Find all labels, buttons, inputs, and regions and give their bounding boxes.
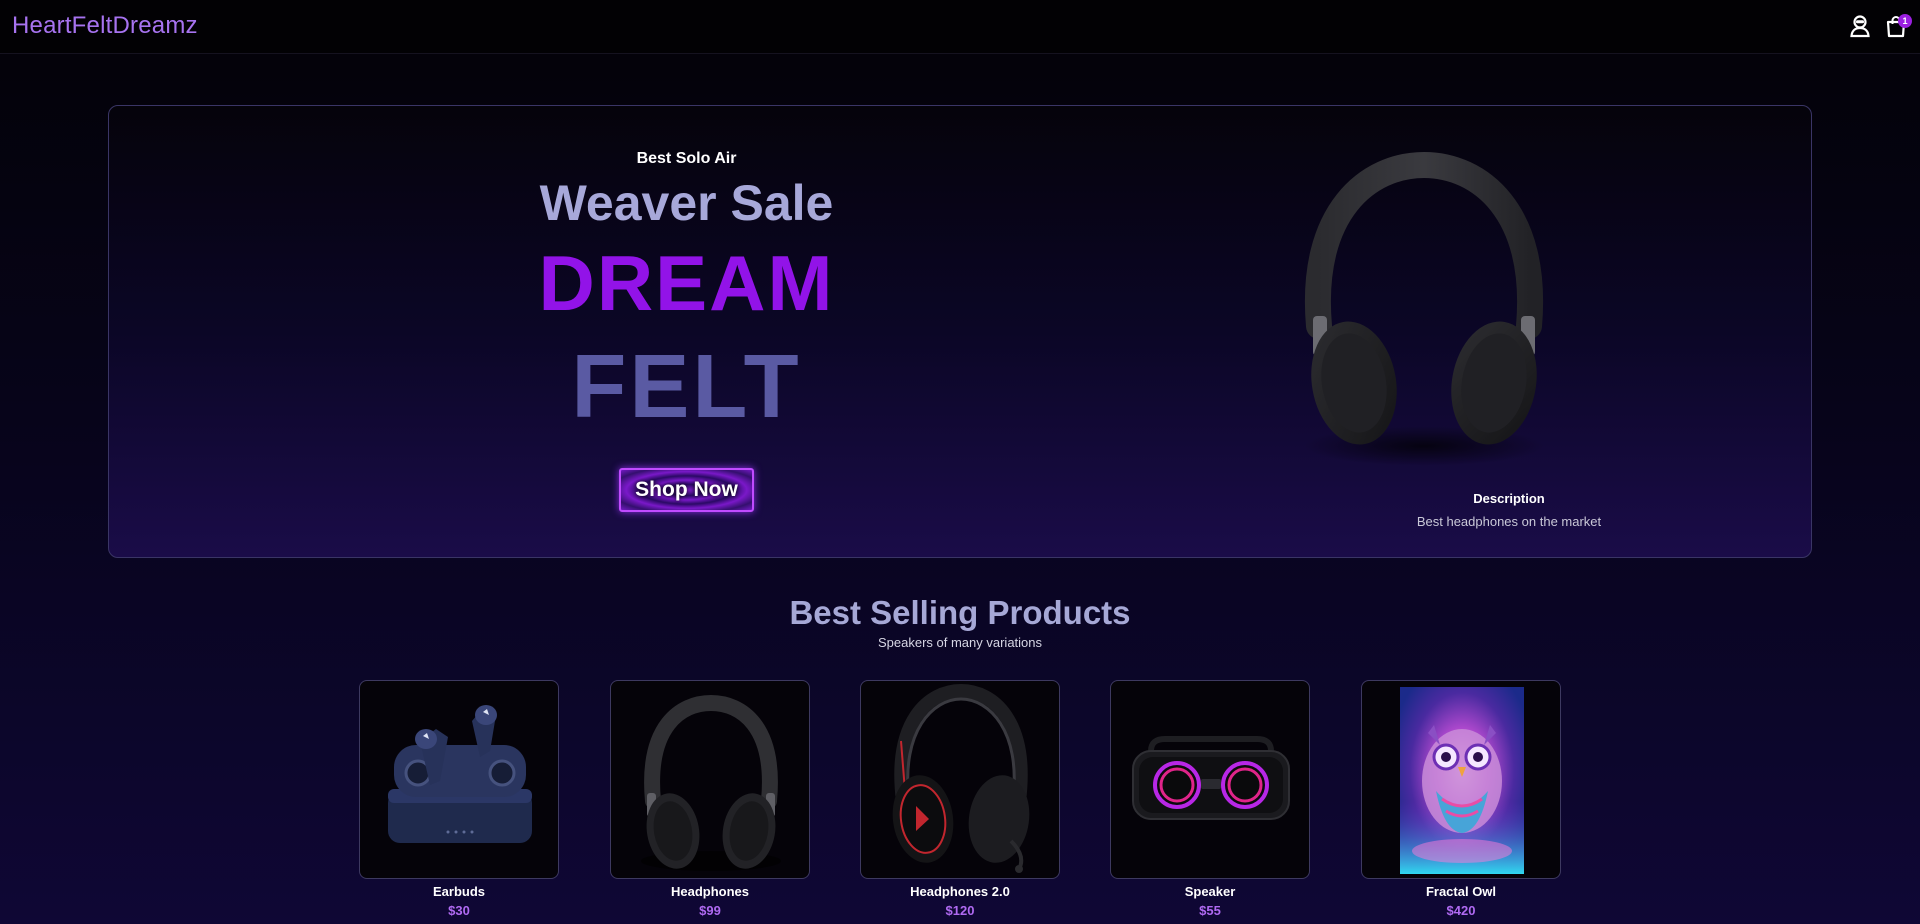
brand-logo[interactable]: HeartFeltDreamz	[12, 12, 198, 40]
navbar: HeartFeltDreamz 1	[0, 0, 1920, 54]
hero-title: Weaver Sale	[539, 175, 834, 231]
product-image-frame	[610, 680, 810, 879]
earbuds-image	[388, 705, 532, 843]
product-price: $420	[1446, 903, 1476, 918]
product-price: $99	[699, 903, 721, 918]
section-title: Best Selling Products	[789, 594, 1131, 631]
product-price: $30	[448, 903, 470, 918]
product-card-fractal-owl[interactable]: Fractal Owl $420	[1361, 680, 1561, 924]
product-price: $55	[1199, 903, 1221, 918]
product-image-frame	[1361, 680, 1561, 879]
hero-headline-felt: FELT	[571, 337, 802, 437]
product-card-headphones-2[interactable]: Headphones 2.0 $120	[860, 680, 1060, 924]
description-heading: Description	[1473, 491, 1545, 506]
product-price: $120	[945, 903, 975, 918]
product-name: Headphones	[670, 884, 749, 899]
fractal-owl-image	[1400, 687, 1524, 874]
product-image-frame	[359, 680, 559, 879]
product-name: Speaker	[1184, 884, 1236, 899]
product-name: Earbuds	[432, 884, 485, 899]
cart-count-badge: 1	[1898, 14, 1912, 28]
gaming-headset-image	[892, 683, 1030, 873]
product-card-earbuds[interactable]: Earbuds $30	[359, 680, 559, 924]
product-image-frame	[860, 680, 1060, 879]
user-icon[interactable]	[1848, 14, 1872, 38]
section-subtitle: Speakers of many variations	[877, 635, 1043, 650]
product-name: Headphones 2.0	[910, 884, 1010, 899]
hero-headline-dream: DREAM	[538, 239, 835, 327]
hero-banner: Best Solo Air Weaver Sale DREAM FELT Sho…	[108, 105, 1812, 558]
speaker-image	[1132, 736, 1290, 820]
product-card-headphones[interactable]: Headphones $99	[610, 680, 810, 924]
product-name: Fractal Owl	[1425, 884, 1497, 899]
headphones-image	[641, 694, 781, 871]
product-card-speaker[interactable]: Speaker $55	[1110, 680, 1310, 924]
hero-subtitle: Best Solo Air	[636, 150, 737, 167]
hero-headphones-image	[1304, 151, 1544, 466]
shop-now-button[interactable]: Shop Now	[619, 468, 754, 512]
product-image-frame	[1110, 680, 1310, 879]
description-text: Best headphones on the market	[1416, 514, 1602, 529]
